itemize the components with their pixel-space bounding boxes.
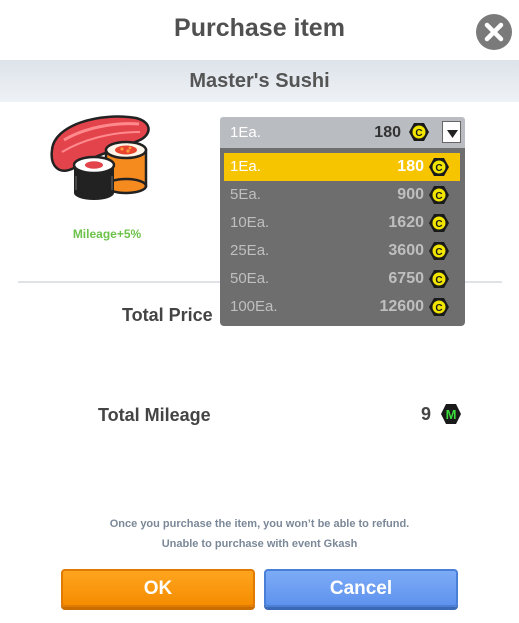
mileage-m-icon: M	[441, 404, 461, 424]
chevron-down-icon	[447, 130, 458, 138]
gkash-notice: Unable to purchase with event Gkash	[161, 538, 358, 550]
option-price: 12600	[379, 298, 425, 315]
quantity-dropdown[interactable]: 1Ea. 180 C	[220, 117, 465, 148]
quantity-option[interactable]: 100Ea. 12600 C	[224, 293, 460, 321]
option-price: 1620	[388, 214, 424, 231]
quantity-option[interactable]: 5Ea. 900 C	[224, 181, 460, 209]
option-price: 3600	[388, 242, 424, 259]
quantity-options-list: 1Ea. 180 C 5Ea. 900 C 10Ea. 1620 C 25Ea.…	[220, 148, 465, 326]
refund-notice: Once you purchase the item, you won’t be…	[109, 518, 410, 530]
option-qty: 5Ea.	[230, 186, 261, 203]
total-mileage-value: 9	[421, 404, 432, 424]
item-name-bar: Master's Sushi	[0, 60, 519, 102]
close-button[interactable]	[476, 14, 512, 50]
ok-button[interactable]: OK	[61, 569, 255, 607]
quantity-option[interactable]: 1Ea. 180 C	[224, 153, 460, 181]
close-icon	[484, 22, 504, 42]
svg-text:C: C	[415, 128, 422, 139]
sushi-item-image	[50, 115, 150, 200]
quantity-option[interactable]: 50Ea. 6750 C	[224, 265, 460, 293]
coin-c-icon: C	[429, 242, 449, 260]
option-qty: 1Ea.	[230, 158, 261, 175]
coin-c-icon: C	[429, 270, 449, 288]
svg-text:C: C	[435, 191, 442, 202]
total-price-label: Total Price	[122, 305, 213, 325]
option-price: 6750	[388, 270, 424, 287]
option-qty: 50Ea.	[230, 270, 270, 287]
dialog-header: Purchase item	[0, 0, 519, 60]
mileage-bonus-label: Mileage+5%	[72, 227, 142, 241]
cancel-button[interactable]: Cancel	[264, 569, 458, 607]
svg-text:C: C	[435, 247, 442, 258]
coin-c-icon: C	[429, 186, 449, 204]
svg-text:C: C	[435, 275, 442, 286]
coin-c-icon: C	[429, 214, 449, 232]
coin-c-icon: C	[429, 158, 449, 176]
coin-c-icon: C	[409, 123, 429, 141]
svg-text:C: C	[435, 219, 442, 230]
svg-text:C: C	[435, 163, 442, 174]
option-qty: 25Ea.	[230, 242, 270, 259]
svg-text:C: C	[435, 303, 442, 314]
option-price: 180	[397, 158, 424, 175]
quantity-option[interactable]: 10Ea. 1620 C	[224, 209, 460, 237]
option-price: 900	[397, 186, 424, 203]
option-qty: 10Ea.	[230, 214, 270, 231]
option-qty: 100Ea.	[230, 298, 278, 315]
coin-c-icon: C	[429, 298, 449, 316]
svg-text:M: M	[446, 407, 457, 422]
dropdown-selected-price: 180	[374, 124, 401, 141]
total-mileage-label: Total Mileage	[98, 405, 211, 425]
dialog-title: Purchase item	[174, 14, 345, 42]
dropdown-selected-qty: 1Ea.	[230, 124, 261, 141]
item-name: Master's Sushi	[189, 70, 330, 92]
dropdown-toggle[interactable]	[442, 121, 461, 143]
quantity-option[interactable]: 25Ea. 3600 C	[224, 237, 460, 265]
